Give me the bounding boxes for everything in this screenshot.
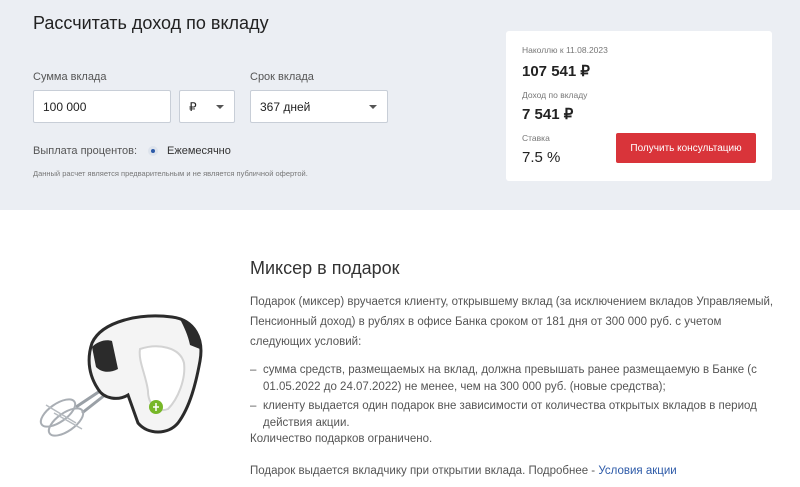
deposit-calculator: Рассчитать доход по вкладу Сумма вклада … [0, 0, 800, 210]
calculator-title: Рассчитать доход по вкладу [33, 13, 269, 33]
promo-title: Миксер в подарок [250, 258, 400, 278]
promo-limit: Количество подарков ограничено. [250, 433, 433, 445]
promotion-terms-link[interactable]: Условия акции [598, 465, 676, 477]
total-value: 107 541 ₽ [522, 63, 590, 80]
promo-footer: Подарок выдается вкладчику при открытии … [250, 461, 780, 481]
mixer-beaters [39, 385, 111, 437]
term-label: Срок вклада [250, 71, 314, 83]
disclaimer-text: Данный расчет является предварительным и… [33, 169, 308, 178]
rate-value: 7.5 % [522, 149, 561, 166]
amount-input[interactable]: 100 000 [33, 90, 171, 123]
result-card: Наколлю к 11.08.2023 107 541 ₽ Доход по … [506, 31, 772, 181]
mixer-body [87, 314, 203, 434]
list-item: сумма средств, размещаемых на вклад, дол… [250, 362, 780, 396]
payout-label: Выплата процентов: [33, 145, 138, 157]
term-value: 367 дней [260, 99, 311, 114]
promo-conditions-list: сумма средств, размещаемых на вклад, дол… [250, 362, 780, 434]
promo-intro: Подарок (миксер) вручается клиенту, откр… [250, 296, 774, 348]
payout-radio[interactable] [148, 146, 158, 156]
income-value: 7 541 ₽ [522, 106, 574, 123]
mixer-image [39, 314, 203, 437]
payout-option-label[interactable]: Ежемесячно [167, 145, 231, 157]
chevron-down-icon [216, 105, 224, 109]
list-item: клиенту выдается один подарок вне зависи… [250, 398, 780, 432]
promo-footer-text: Подарок выдается вкладчику при открытии … [250, 465, 599, 477]
currency-select[interactable]: ₽ [179, 90, 235, 123]
term-select[interactable]: 367 дней [250, 90, 388, 123]
amount-value: 100 000 [43, 99, 87, 114]
currency-value: ₽ [189, 99, 197, 114]
rate-label: Ставка [522, 133, 550, 143]
total-label: Наколлю к 11.08.2023 [522, 45, 608, 55]
chevron-down-icon [369, 105, 377, 109]
income-label: Доход по вкладу [522, 90, 588, 100]
get-consultation-button[interactable]: Получить консультацию [616, 133, 756, 163]
amount-label: Сумма вклада [33, 71, 107, 83]
